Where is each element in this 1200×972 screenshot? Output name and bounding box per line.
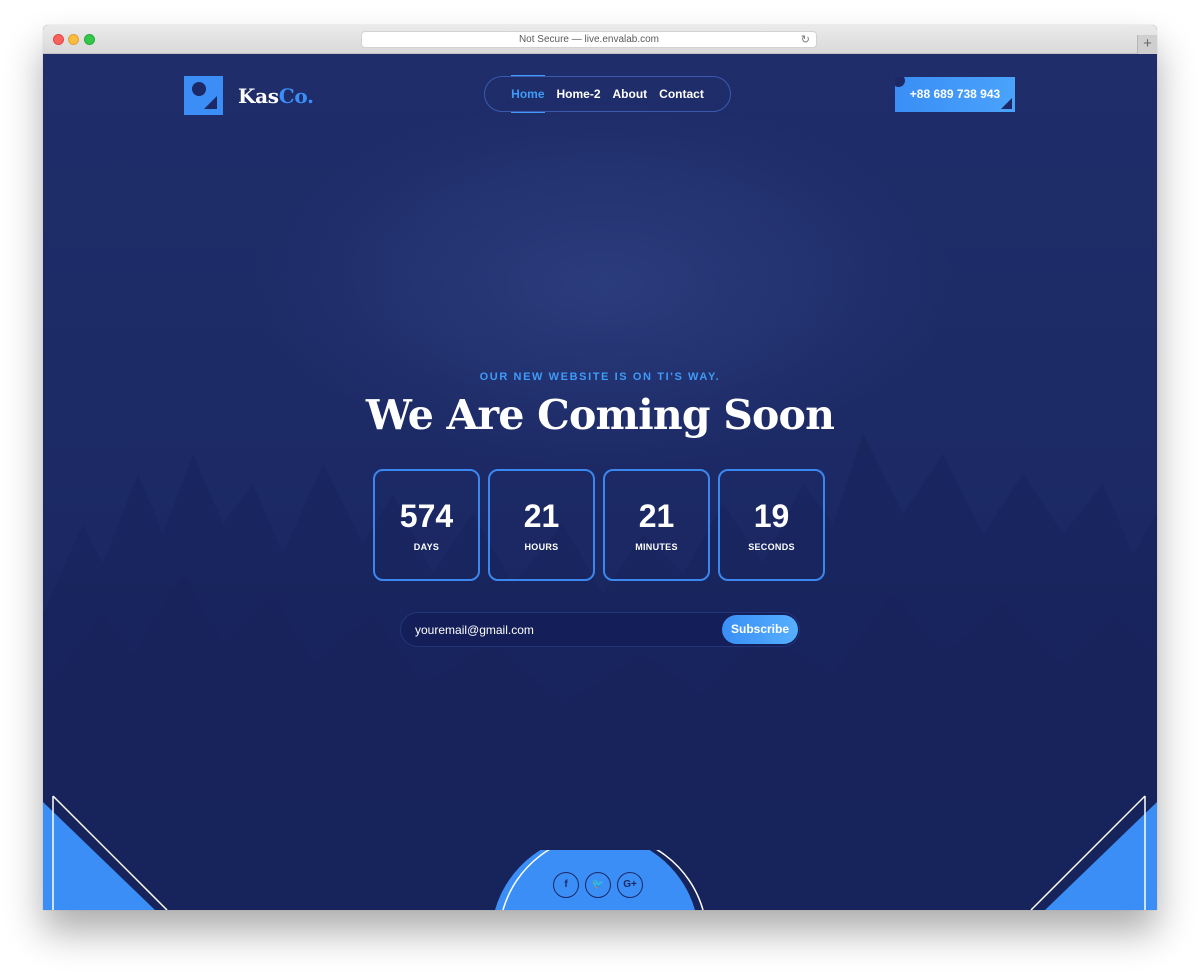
twitter-icon[interactable]: 🐦	[585, 872, 611, 898]
countdown-value: 574	[399, 498, 454, 534]
countdown-days: 574 DAYS	[373, 469, 480, 581]
browser-window: Not Secure — live.envalab.com ↻ + KasCo.…	[43, 25, 1157, 910]
logo-text: KasCo.	[238, 83, 314, 108]
logo-mark-icon	[184, 76, 223, 115]
maximize-window-button[interactable]	[84, 34, 95, 45]
page-viewport: KasCo. Home Home-2 About Contact +88 689…	[43, 54, 1157, 910]
new-tab-button[interactable]: +	[1137, 35, 1157, 54]
countdown-timer: 574 DAYS 21 HOURS 21 MINUTES 19 SECONDS	[373, 469, 827, 581]
countdown-label: MINUTES	[635, 542, 678, 552]
close-window-button[interactable]	[53, 34, 64, 45]
social-links: f 🐦 G+	[553, 872, 643, 898]
nav-item-about[interactable]: About	[613, 87, 648, 101]
facebook-icon[interactable]: f	[553, 872, 579, 898]
phone-button[interactable]: +88 689 738 943	[895, 77, 1015, 112]
phone-number: +88 689 738 943	[909, 87, 1001, 101]
countdown-label: SECONDS	[748, 542, 795, 552]
address-bar-text: Not Secure — live.envalab.com	[518, 34, 660, 45]
countdown-value: 21	[523, 498, 560, 534]
hero-title: We Are Coming Soon	[365, 391, 835, 439]
reload-icon[interactable]: ↻	[801, 33, 810, 48]
nav-item-home-2[interactable]: Home-2	[557, 87, 601, 101]
minimize-window-button[interactable]	[68, 34, 79, 45]
countdown-hours: 21 HOURS	[488, 469, 595, 581]
browser-titlebar: Not Secure — live.envalab.com ↻ +	[43, 25, 1157, 54]
countdown-label: HOURS	[524, 542, 559, 552]
google-plus-icon[interactable]: G+	[617, 872, 643, 898]
countdown-value: 19	[753, 498, 790, 534]
corner-decoration-left	[43, 795, 168, 910]
countdown-value: 21	[638, 498, 675, 534]
subscribe-form: Subscribe	[400, 612, 800, 647]
countdown-seconds: 19 SECONDS	[718, 469, 825, 581]
countdown-minutes: 21 MINUTES	[603, 469, 710, 581]
nav-item-home[interactable]: Home	[511, 75, 545, 113]
countdown-label: DAYS	[413, 542, 440, 552]
site-logo[interactable]: KasCo.	[184, 76, 314, 115]
email-input[interactable]	[415, 613, 715, 646]
main-nav: Home Home-2 About Contact	[484, 75, 731, 113]
nav-item-contact[interactable]: Contact	[659, 87, 704, 101]
corner-decoration-right	[1030, 795, 1157, 910]
hero-eyebrow: OUR NEW WEBSITE IS ON TI'S WAY.	[479, 371, 721, 383]
address-bar[interactable]: Not Secure — live.envalab.com ↻	[361, 31, 817, 48]
subscribe-button[interactable]: Subscribe	[722, 615, 798, 644]
